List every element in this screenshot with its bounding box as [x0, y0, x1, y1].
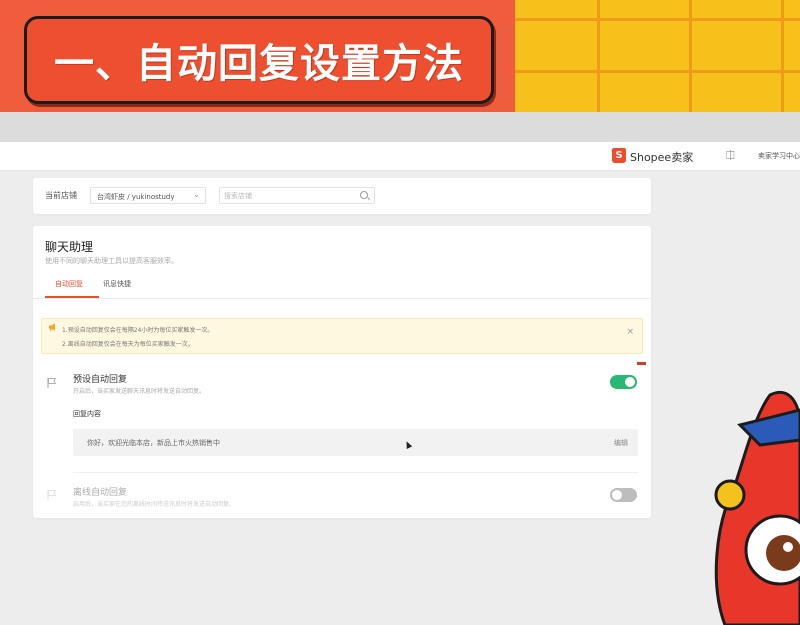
- notice-line-2: 2.离线自动回复仅会在每天为每位买家触发一次。: [62, 341, 194, 348]
- reply-content-text: 你好，欢迎光临本店，新品上市火热销售中: [87, 439, 220, 447]
- chevron-down-icon: ⌄: [193, 190, 200, 199]
- edit-reply-button[interactable]: 编辑: [614, 438, 628, 448]
- offline-reply-toggle[interactable]: [610, 488, 637, 502]
- flag-icon: [47, 378, 57, 388]
- red-marker: [637, 362, 646, 365]
- current-shop-label: 当前店铺: [45, 191, 77, 200]
- row-divider: [73, 472, 638, 473]
- banner-title: 一、自动回复设置方法: [54, 41, 464, 87]
- panel-description: 使用不同的聊天助理工具以提高客服效率。: [45, 257, 178, 265]
- chat-assistant-panel: 聊天助理 使用不同的聊天助理工具以提高客服效率。 自动回复 讯息快捷 1.预设自…: [33, 226, 651, 518]
- user-menu[interactable]: 卖家学习中心: [758, 151, 800, 161]
- tab-divider: [33, 298, 651, 299]
- default-reply-toggle[interactable]: [610, 375, 637, 389]
- shop-select-value: 台湾虾皮 / yukinostudy: [97, 193, 175, 201]
- mascot-illustration: [714, 390, 800, 625]
- reply-content-label: 回复内容: [73, 410, 101, 418]
- notice-line-1: 1.预设自动回复仅会在每隔24小时为每位买家触发一次。: [62, 327, 214, 334]
- shop-search-box[interactable]: [219, 187, 375, 204]
- search-icon[interactable]: [360, 191, 368, 199]
- banner-grid-pattern: [515, 0, 800, 112]
- shopee-bag-icon[interactable]: S: [612, 148, 626, 163]
- shop-selector-card: 当前店铺 台湾虾皮 / yukinostudy ⌄: [33, 178, 651, 214]
- banner-title-box: 一、自动回复设置方法: [24, 16, 494, 104]
- shopee-seller-logo[interactable]: Shopee卖家: [630, 149, 693, 165]
- toggle-knob: [612, 490, 622, 500]
- shop-search-input[interactable]: [224, 189, 354, 202]
- megaphone-icon: [49, 323, 55, 331]
- reply-content-box: 你好，欢迎光临本店，新品上市火热销售中 编辑: [73, 429, 638, 456]
- default-reply-title: 预设自动回复: [73, 375, 128, 385]
- panel-title: 聊天助理: [45, 240, 94, 254]
- bell-icon[interactable]: ⎅: [726, 149, 735, 163]
- banner-bottom-strip: [0, 112, 800, 142]
- seller-topbar: S Shopee卖家 ⎅ 卖家学习中心: [0, 142, 800, 171]
- tab-auto-reply[interactable]: 自动回复: [55, 279, 83, 289]
- notice-banner: 1.预设自动回复仅会在每隔24小时为每位买家触发一次。 2.离线自动回复仅会在每…: [41, 318, 643, 354]
- default-reply-description: 开启后，当买家发送聊天讯息时将发送自动回复。: [73, 388, 206, 395]
- toggle-knob: [625, 377, 635, 387]
- close-icon[interactable]: ×: [626, 327, 634, 337]
- shop-select[interactable]: 台湾虾皮 / yukinostudy ⌄: [90, 187, 206, 204]
- tab-message-shortcuts[interactable]: 讯息快捷: [103, 279, 131, 289]
- offline-reply-title: 离线自动回复: [73, 488, 128, 498]
- video-banner: 一、自动回复设置方法: [0, 0, 800, 112]
- offline-reply-description: 启用后，当买家在您的离线时间传送讯息时将发送自动回复。: [73, 501, 236, 508]
- offline-flag-icon: [47, 490, 57, 500]
